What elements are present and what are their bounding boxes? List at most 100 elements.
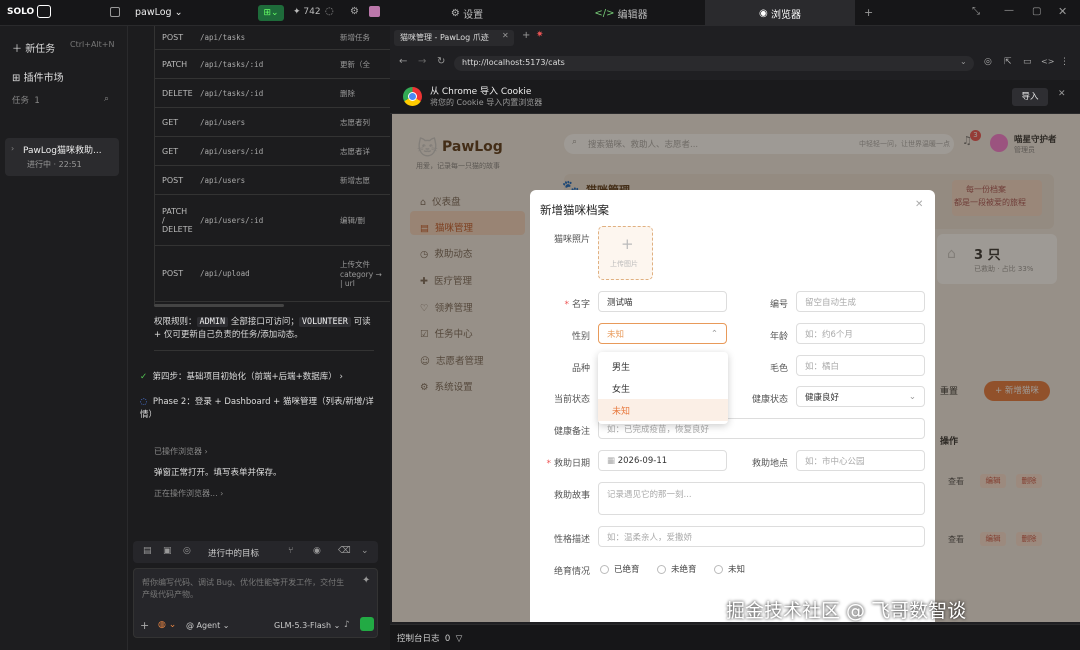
plus-icon: ＋	[12, 44, 22, 55]
browser-op-label[interactable]: 已操作浏览器 ›	[154, 446, 208, 457]
plus-icon[interactable]: +	[140, 619, 149, 632]
plus-icon: +	[621, 235, 634, 253]
collapse-icon[interactable]: ⤡	[972, 6, 980, 17]
cookie-banner: 从 Chrome 导入 Cookie 将您的 Cookie 导入内置浏览器 导入…	[390, 80, 1080, 114]
story-textarea[interactable]: 记录遇见它的那一刻...	[598, 482, 925, 515]
task-status: 进行中 · 22:51	[27, 160, 82, 169]
maximize-icon[interactable]: ▢	[1032, 6, 1041, 17]
option-male[interactable]: 男生	[598, 355, 728, 377]
sparkle-icon[interactable]: ✦	[362, 575, 370, 586]
new-task-button[interactable]: ＋ 新任务 Ctrl+Alt+N	[12, 40, 114, 55]
search-icon[interactable]: ⌕	[104, 94, 109, 104]
chrome-logo-icon	[403, 87, 422, 106]
close-icon[interactable]: ✕	[915, 199, 923, 210]
age-label: 年龄	[769, 332, 788, 342]
back-arrow-icon[interactable]: ←	[399, 56, 407, 67]
gender-dropdown: 男生 女生 未知	[598, 352, 728, 424]
console-bar: 控制台日志 0 ▽	[390, 624, 1080, 650]
console-log-tab[interactable]: 控制台日志 0 ▽	[397, 632, 462, 644]
name-input[interactable]: 测试喵	[598, 291, 727, 312]
brand-logo: SOLO	[7, 5, 52, 18]
cursor-icon[interactable]: ⇱	[1004, 57, 1012, 67]
task-title: PawLog猫咪救助...	[23, 146, 102, 156]
browser-tab[interactable]: 猫咪管理 - PawLog 爪迹 ✕	[394, 30, 514, 46]
tab-settings[interactable]: ⚙ 设置	[392, 0, 542, 26]
sidebar: ＋ 新任务 Ctrl+Alt+N ⊞ 插件市场 任务 1 ⌕ › PawLog猫咪…	[0, 26, 128, 650]
watermark: 掘金技术社区 @ 飞哥数智谈	[726, 600, 967, 622]
radio-not-neutered[interactable]: 未绝育	[657, 563, 697, 575]
gender-select[interactable]: 未知 ⌃	[598, 323, 727, 344]
gear-icon: ⚙	[450, 7, 464, 19]
table-row: POST/api/upload 上传文件 category → | url	[154, 246, 390, 302]
title-bar: SOLO pawLog ⌄ ⊞⌄ ✦ 742 ◌ ⚙ ⚙ 设置 </> 编辑器 …	[0, 0, 1080, 26]
project-selector[interactable]: pawLog ⌄	[135, 7, 183, 18]
doc-icon[interactable]: ▤	[143, 546, 152, 556]
refresh-icon[interactable]: ↻	[437, 56, 445, 67]
age-input[interactable]: 如：约6个月	[796, 323, 925, 344]
date-input[interactable]: ▦ 2026-09-11	[598, 450, 727, 471]
chat-icon[interactable]: ◌	[325, 6, 334, 17]
chat-input-placeholder: 帮你编写代码、调试 Bug、优化性能等开发工作，交付生产级代码产物。	[142, 578, 345, 599]
place-input[interactable]: 如：市中心公园	[796, 450, 925, 471]
bug-icon[interactable]: ✷	[536, 30, 544, 40]
record-icon[interactable]: ◎	[984, 57, 992, 67]
target-icon[interactable]: ◎	[183, 546, 191, 556]
sidebar-toggle-icon[interactable]	[110, 7, 120, 17]
devtools-icon[interactable]: <>	[1041, 57, 1054, 66]
mode-icon[interactable]: ◍ ⌄	[158, 620, 176, 630]
forward-arrow-icon[interactable]: →	[418, 56, 426, 67]
git-status-icon[interactable]: ⊞⌄	[258, 5, 284, 21]
chevron-right-icon: ›	[11, 144, 15, 153]
user-avatar[interactable]	[369, 6, 380, 17]
step-item[interactable]: ✓ 第四步：基础项目初始化（前端+后端+数据库） ›	[140, 370, 343, 382]
chevron-down-icon[interactable]: ⌄	[361, 546, 369, 556]
plugin-market-link[interactable]: ⊞ 插件市场	[12, 69, 64, 84]
phase-item[interactable]: ◌ Phase 2：登录 + Dashboard + 猫咪管理（列表/新增/详情…	[140, 396, 380, 422]
settings-gear-icon[interactable]: ⚙	[350, 6, 359, 17]
close-icon[interactable]: ✕	[1058, 89, 1066, 99]
stop-icon[interactable]: ◉	[313, 546, 321, 556]
code-icon: </>	[594, 7, 618, 19]
color-input[interactable]: 如：橘白	[796, 355, 925, 376]
name-label: * 名字	[564, 300, 590, 310]
table-row: POST/api/users 新增志愿	[154, 166, 390, 195]
radio-unknown[interactable]: 未知	[714, 563, 745, 575]
image-icon[interactable]: ▣	[163, 546, 172, 556]
task-item[interactable]: › PawLog猫咪救助... 进行中 · 22:51	[5, 138, 119, 176]
more-icon[interactable]: ⋮	[1060, 57, 1069, 67]
branch-icon[interactable]: ⑂	[288, 546, 293, 556]
tab-editor[interactable]: </> 编辑器	[546, 0, 696, 26]
personality-input[interactable]: 如：温柔亲人，爱撒娇	[598, 526, 925, 547]
filter-icon: ▽	[455, 634, 463, 644]
gender-label: 性别	[571, 332, 590, 342]
place-label: 救助地点	[751, 459, 788, 469]
loading-icon: ◌	[140, 397, 148, 407]
device-icon[interactable]: ▭	[1023, 57, 1032, 67]
chat-input[interactable]: 帮你编写代码、调试 Bug、优化性能等开发工作，交付生产级代码产物。 ✦ + ◍…	[133, 568, 378, 638]
model-selector[interactable]: GLM-5.3-Flash ⌄	[274, 621, 340, 630]
close-tab-icon[interactable]: ✕	[502, 31, 509, 40]
code-input[interactable]: 留空自动生成	[796, 291, 925, 312]
grid-icon: ⊞	[12, 73, 21, 84]
address-bar[interactable]: http://localhost:5173/cats ⌄	[454, 56, 974, 71]
tab-browser[interactable]: ◉ 浏览器	[705, 0, 855, 26]
mic-icon[interactable]: ♪	[344, 620, 350, 630]
import-button[interactable]: 导入	[1012, 88, 1048, 106]
goal-label: 进行中的目标	[208, 549, 260, 559]
send-button[interactable]	[360, 617, 374, 631]
trash-icon[interactable]: ⌫	[338, 546, 351, 556]
close-icon[interactable]: ✕	[1058, 5, 1067, 18]
radio-neutered[interactable]: 已绝育	[600, 563, 640, 575]
minimize-icon[interactable]: —	[1004, 5, 1014, 16]
option-unknown[interactable]: 未知	[598, 399, 728, 421]
new-tab-plus-icon[interactable]: +	[864, 6, 873, 19]
status-label: 当前状态	[553, 395, 590, 405]
new-tab-plus-icon[interactable]: +	[522, 30, 530, 41]
table-row: PATCH/api/tasks/:id 更新（全	[154, 50, 390, 79]
check-circle-icon: ✓	[140, 372, 148, 382]
photo-upload[interactable]: + 上传图片	[598, 226, 653, 280]
option-female[interactable]: 女生	[598, 377, 728, 399]
health-select[interactable]: 健康良好 ⌄	[796, 386, 925, 407]
agent-selector[interactable]: @ Agent ⌄	[186, 621, 229, 630]
horizontal-scrollbar[interactable]	[154, 304, 284, 307]
